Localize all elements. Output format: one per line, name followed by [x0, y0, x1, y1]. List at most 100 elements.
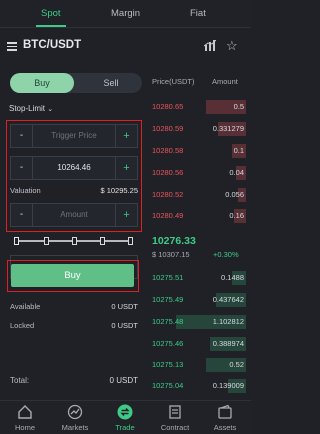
order-type-select[interactable]: Stop-Limit ⌄	[9, 104, 53, 113]
pair-title[interactable]: BTC/USDT	[23, 39, 81, 51]
buy-button[interactable]: Buy	[11, 264, 134, 287]
bid-amount: 1.102812	[212, 317, 244, 326]
ask-price: 10280.49	[152, 211, 184, 220]
nav-home-label: Home	[14, 423, 35, 432]
bid-row[interactable]: 10275.49 0.437642	[150, 293, 246, 307]
limit-price-increment[interactable]: +	[115, 157, 137, 179]
favorite-star-icon[interactable]: ☆	[226, 38, 238, 54]
valuation-value: $ 10295.25	[100, 186, 138, 195]
bid-row[interactable]: 10275.13 0.52	[150, 358, 246, 372]
ask-row[interactable]: 10280.65 0.5	[150, 100, 246, 114]
trigger-price-increment[interactable]: +	[115, 125, 137, 147]
bid-price: 10275.49	[152, 295, 184, 304]
last-price: 10276.33	[152, 235, 196, 247]
ask-price: 10280.58	[152, 146, 184, 155]
available-row: Available 0 USDT	[10, 302, 138, 311]
bid-price: 10275.46	[152, 339, 184, 348]
amount-percent-slider[interactable]	[14, 236, 136, 246]
bid-row[interactable]: 10275.48 1.102812	[150, 315, 246, 329]
last-price-usd: $ 10307.15	[152, 250, 190, 259]
ask-price: 10280.59	[152, 124, 184, 133]
home-icon	[18, 405, 32, 419]
nav-trade[interactable]: Trade	[100, 401, 150, 434]
bottom-navigation: Home Markets Trade Contract Assets	[0, 400, 251, 434]
available-value: 0 USDT	[111, 302, 138, 311]
pair-header: BTC/USDT ☆	[0, 29, 251, 63]
ask-row[interactable]: 10280.59 0.331279	[150, 122, 246, 136]
limit-price-decrement[interactable]: -	[11, 157, 33, 179]
bid-amount: 0.437642	[212, 295, 244, 304]
amount-decrement[interactable]: -	[11, 204, 33, 226]
bid-price: 10275.04	[152, 381, 184, 390]
nav-assets[interactable]: Assets	[200, 401, 250, 434]
order-type-label: Stop-Limit	[9, 104, 46, 113]
tab-margin[interactable]: Margin	[111, 8, 140, 19]
slider-step-25[interactable]	[44, 237, 49, 245]
tab-fiat[interactable]: Fiat	[190, 8, 206, 19]
buy-sell-toggle: Buy Sell	[10, 73, 142, 93]
trade-swap-icon	[117, 404, 133, 420]
ask-amount: 0.056	[225, 190, 244, 199]
active-tab-indicator	[36, 25, 66, 27]
ask-amount: 0.1	[233, 146, 244, 155]
markets-icon	[67, 404, 83, 420]
trigger-price-decrement[interactable]: -	[11, 125, 33, 147]
trigger-price-field: - Trigger Price +	[10, 124, 138, 148]
chevron-down-icon: ⌄	[47, 106, 54, 113]
bid-price: 10275.13	[152, 360, 184, 369]
tab-spot[interactable]: Spot	[41, 8, 61, 19]
total-label: Total:	[10, 376, 30, 385]
kline-chart-icon[interactable]	[204, 40, 216, 51]
ask-amount: 0.04	[229, 168, 244, 177]
bid-row[interactable]: 10275.51 0.1488	[150, 271, 246, 285]
nav-markets-label: Markets	[61, 423, 89, 432]
valuation-row: Valuation $ 10295.25	[10, 186, 138, 196]
limit-price-input[interactable]: 10264.46	[33, 157, 115, 179]
buy-tab[interactable]: Buy	[10, 73, 74, 93]
ask-row[interactable]: 10280.52 0.056	[150, 188, 246, 202]
menu-icon[interactable]	[7, 42, 17, 51]
slider-step-50[interactable]	[72, 237, 77, 245]
locked-label: Locked	[10, 321, 35, 330]
locked-value: 0 USDT	[111, 321, 138, 330]
total-value: 0 USDT	[109, 376, 138, 385]
amount-increment[interactable]: +	[115, 204, 137, 226]
slider-handle[interactable]	[14, 237, 19, 245]
ask-amount: 0.16	[229, 211, 244, 220]
stop-limit-inputs-highlight: - Trigger Price + - 10264.46 + Valuation…	[6, 120, 142, 232]
nav-assets-label: Assets	[213, 423, 237, 432]
valuation-label: Valuation	[10, 186, 41, 195]
slider-step-75[interactable]	[100, 237, 105, 245]
nav-contract-label: Contract	[160, 423, 190, 432]
bid-amount: 0.1488	[221, 273, 244, 282]
trigger-price-input[interactable]: Trigger Price	[33, 125, 115, 147]
ask-price: 10280.65	[152, 102, 184, 111]
nav-markets[interactable]: Markets	[50, 401, 100, 434]
nav-home[interactable]: Home	[0, 401, 50, 434]
bid-amount: 0.52	[229, 360, 244, 369]
sell-tab[interactable]: Sell	[80, 73, 142, 93]
ask-row[interactable]: 10280.56 0.04	[150, 166, 246, 180]
orderbook-price-header: Price(USDT)	[152, 77, 195, 86]
bid-price: 10275.48	[152, 317, 184, 326]
amount-field: - Amount +	[10, 203, 138, 227]
ask-amount: 0.331279	[212, 124, 244, 133]
bid-row[interactable]: 10275.46 0.388974	[150, 337, 246, 351]
slider-step-100[interactable]	[128, 237, 133, 245]
contract-icon	[169, 405, 181, 419]
ask-amount: 0.5	[233, 102, 244, 111]
ask-row[interactable]: 10280.58 0.1	[150, 144, 246, 158]
bid-row[interactable]: 10275.04 0.139009	[150, 379, 246, 393]
ask-price: 10280.56	[152, 168, 184, 177]
locked-row: Locked 0 USDT	[10, 321, 138, 330]
limit-price-field: - 10264.46 +	[10, 156, 138, 180]
bid-price: 10275.51	[152, 273, 184, 282]
ask-row[interactable]: 10280.49 0.16	[150, 209, 246, 223]
total-row: Total: 0 USDT	[10, 376, 138, 386]
price-change-percent: +0.30%	[213, 250, 239, 259]
amount-input[interactable]: Amount	[33, 204, 115, 226]
assets-wallet-icon	[218, 404, 232, 419]
orderbook-amount-header: Amount	[212, 77, 238, 86]
nav-contract[interactable]: Contract	[150, 401, 200, 434]
ask-price: 10280.52	[152, 190, 184, 199]
